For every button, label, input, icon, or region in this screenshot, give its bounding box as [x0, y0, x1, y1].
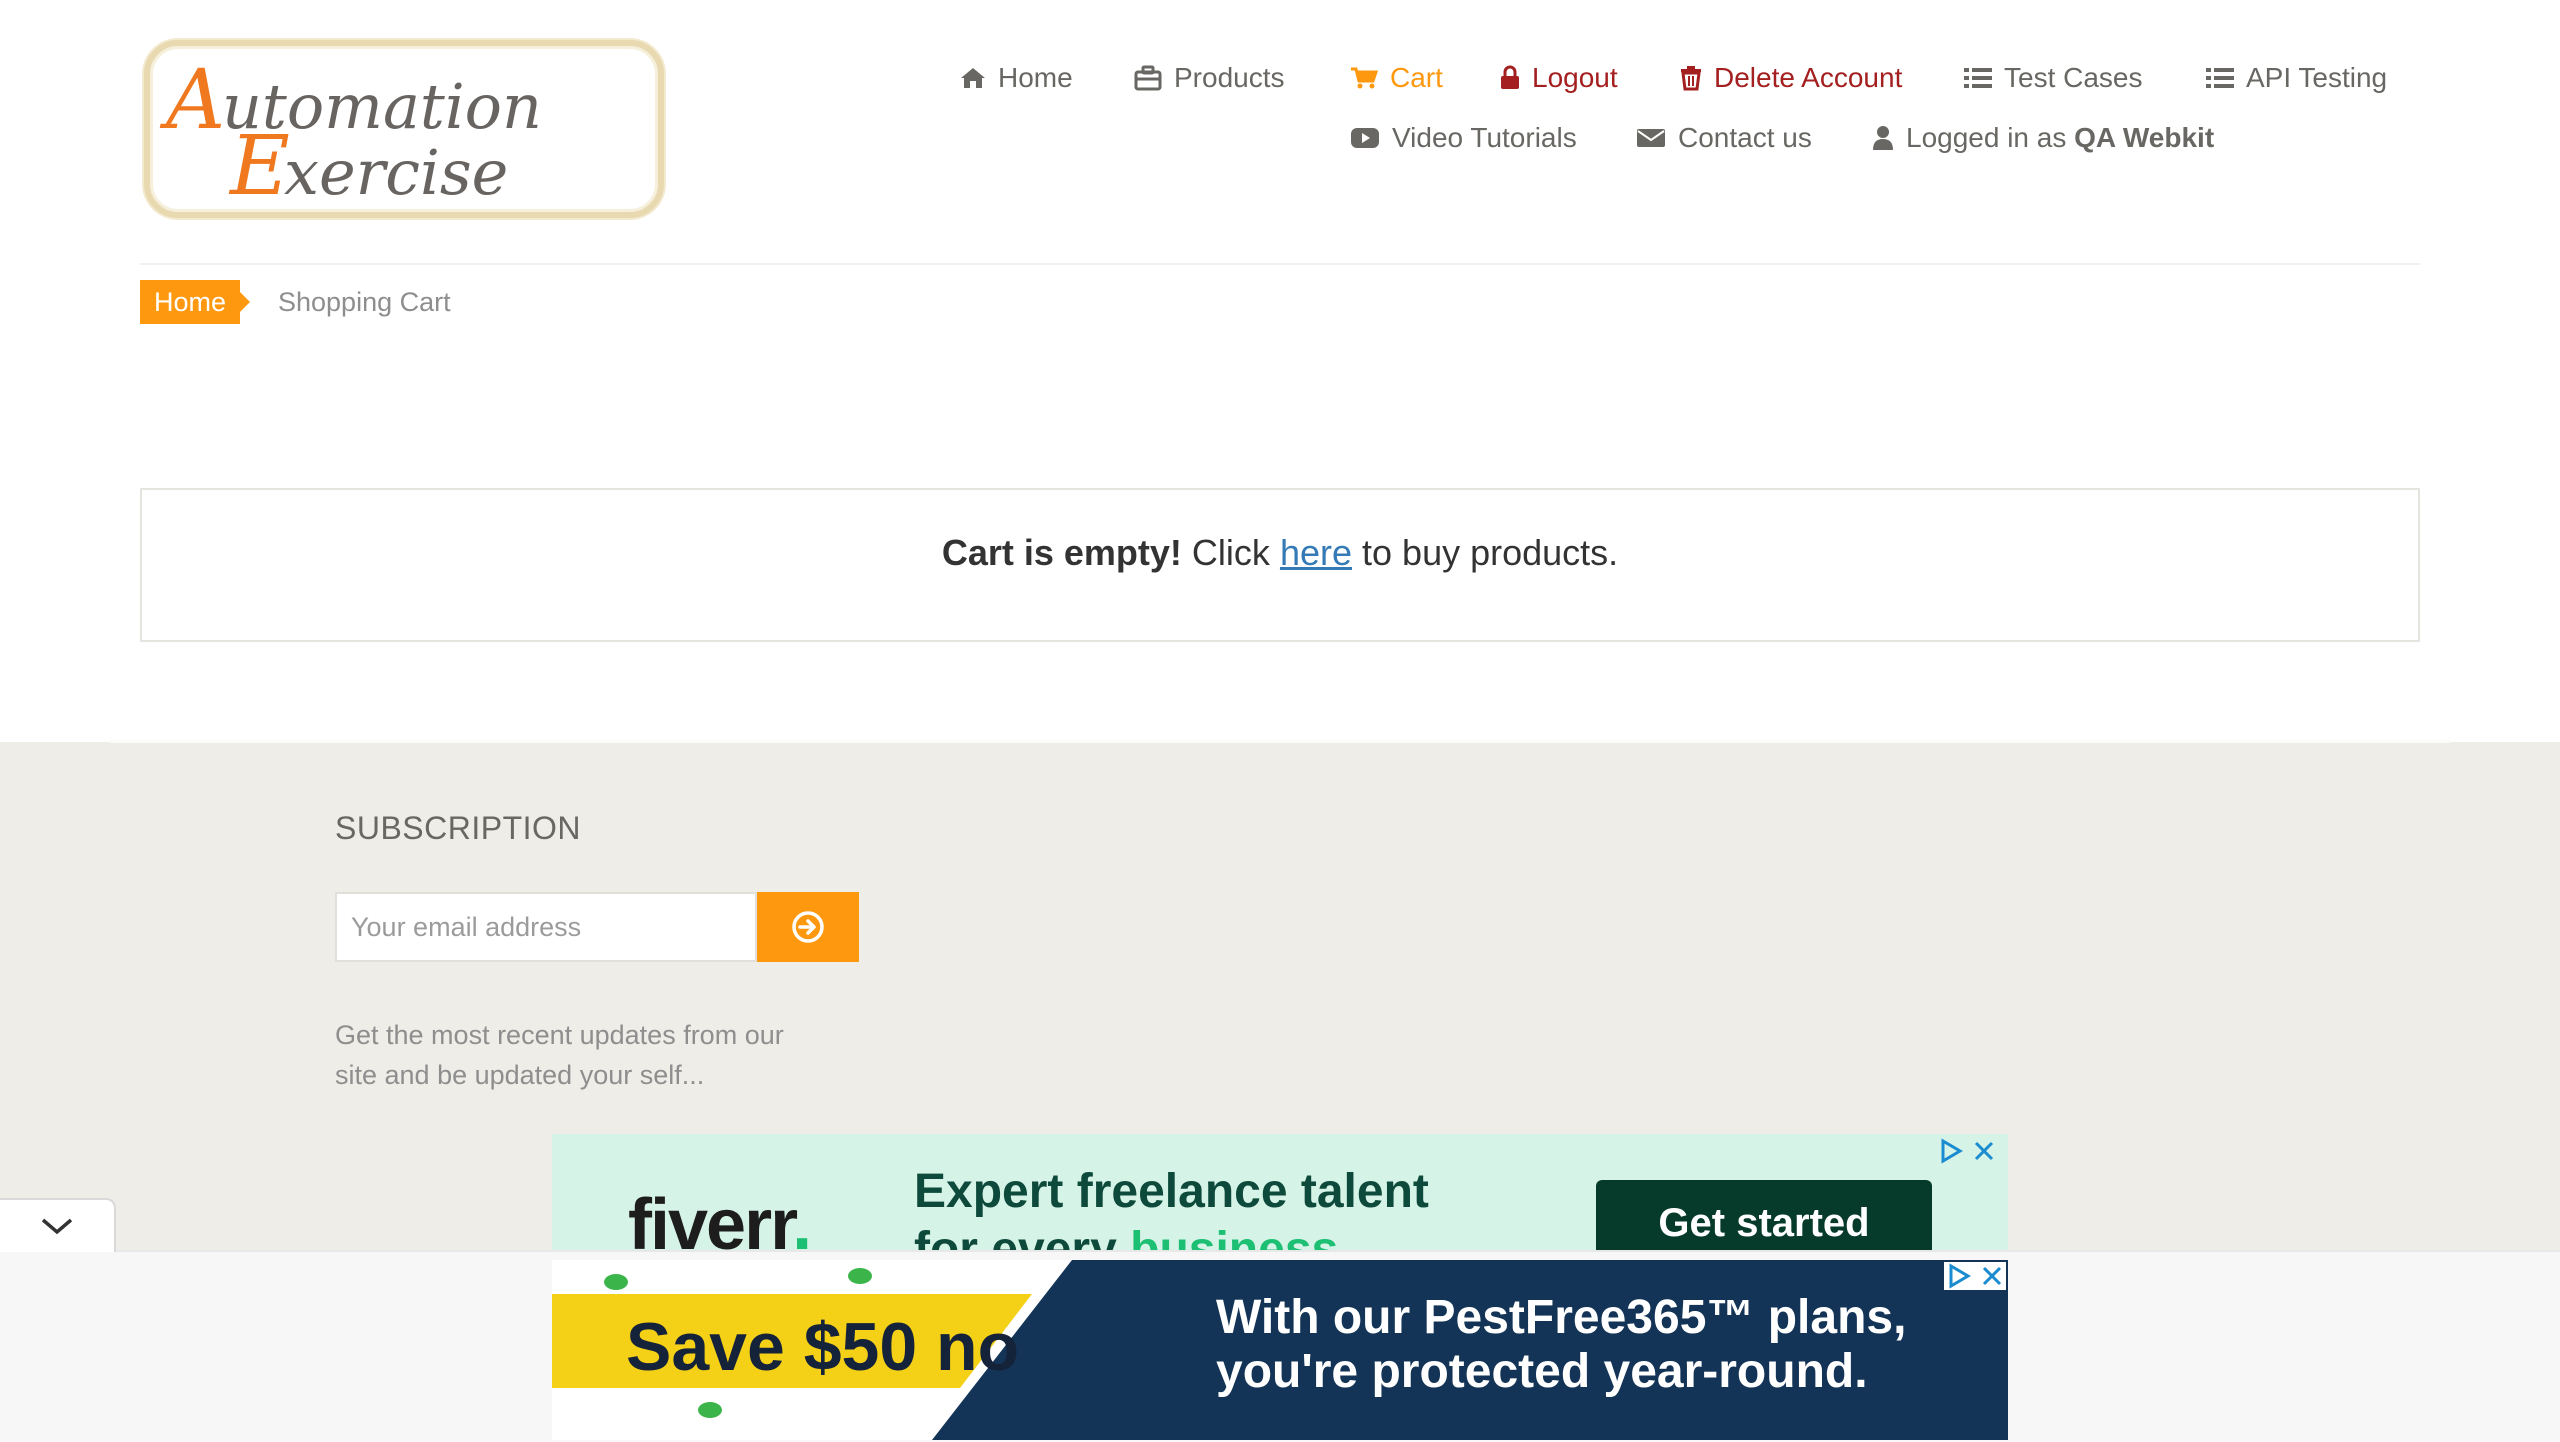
logo-graphic: A utomation E xercise — [159, 53, 542, 212]
close-ad-icon[interactable] — [1972, 1139, 1996, 1163]
fiverr-logo-text: fiverr — [628, 1185, 794, 1252]
logo-first-letter-a: A — [159, 53, 225, 148]
nav-products[interactable]: Products — [1134, 62, 1285, 94]
envelope-icon — [1637, 129, 1665, 147]
close-ad-icon[interactable] — [1980, 1264, 2004, 1288]
empty-cart-rest: to buy products. — [1362, 532, 1619, 573]
fiverr-ad-subline: for every business — [914, 1222, 1338, 1252]
empty-cart-panel: Cart is empty! Click here to buy product… — [140, 488, 2420, 642]
subscribe-button[interactable] — [757, 892, 859, 962]
fiverr-logo: fiverr. — [628, 1184, 812, 1252]
adchoices-icon[interactable] — [1938, 1138, 1964, 1164]
logged-in-prefix: Logged in as — [1906, 122, 2067, 153]
pestfree-ad[interactable]: Save $50 no With our PestFree365™ plans,… — [552, 1260, 2008, 1440]
nav-home[interactable]: Home — [960, 62, 1073, 94]
empty-cart-message: Cart is empty! Click here to buy product… — [142, 532, 2418, 574]
breadcrumb-home[interactable]: Home — [140, 280, 251, 324]
fiverr-ad[interactable]: fiverr. Expert freelance talent for ever… — [552, 1134, 2008, 1252]
adchoices-icon[interactable] — [1946, 1263, 1972, 1289]
nav-contact-us[interactable]: Contact us — [1636, 122, 1812, 154]
fiverr-get-started-button[interactable]: Get started — [1596, 1180, 1932, 1252]
briefcase-icon — [1134, 65, 1162, 91]
subscription-email-input[interactable] — [335, 892, 757, 962]
buy-products-link[interactable]: here — [1280, 532, 1352, 573]
user-icon — [1873, 126, 1893, 150]
logo-first-letter-e: E — [228, 119, 290, 212]
pestfree-headline-1: With our PestFree365™ plans, — [1216, 1291, 1907, 1344]
list-icon — [2206, 68, 2234, 88]
nav-delete-account[interactable]: Delete Account — [1680, 62, 1902, 94]
ad-choices-controls — [1938, 1138, 1996, 1164]
breadcrumb-current: Shopping Cart — [278, 287, 451, 317]
nav-api-testing[interactable]: API Testing — [2206, 62, 2387, 94]
nav-products-label: Products — [1174, 62, 1285, 93]
empty-cart-title: Cart is empty! — [941, 532, 1182, 573]
logged-in-username: QA Webkit — [2074, 122, 2215, 153]
home-icon — [961, 68, 985, 88]
nav-home-label: Home — [998, 62, 1073, 93]
nav-logout-label: Logout — [1532, 62, 1618, 93]
nav-cart-label: Cart — [1390, 62, 1443, 93]
fiverr-logo-dot: . — [792, 1185, 812, 1252]
subscription-title: SUBSCRIPTION — [335, 810, 582, 846]
pestfree-save-text: Save $50 no — [626, 1309, 1020, 1385]
nav-cart[interactable]: Cart — [1350, 62, 1443, 94]
nav-logout[interactable]: Logout — [1500, 62, 1618, 94]
shopping-cart-icon — [1351, 67, 1378, 89]
arrow-circle-right-icon — [792, 911, 824, 943]
lock-icon — [1501, 65, 1519, 89]
nav-video-tutorials-label: Video Tutorials — [1392, 122, 1577, 153]
ad-choices-controls-2 — [1944, 1262, 2006, 1290]
fiverr-ad-sub-a: for every — [914, 1223, 1117, 1252]
collapse-ad-toggle[interactable] — [0, 1198, 116, 1252]
nav-video-tutorials[interactable]: Video Tutorials — [1350, 122, 1577, 154]
header-divider — [140, 263, 2420, 265]
nav-delete-account-label: Delete Account — [1714, 62, 1903, 93]
logo-text-xercise: xercise — [284, 136, 508, 209]
nav-api-testing-label: API Testing — [2246, 62, 2388, 93]
list-icon — [1964, 68, 1992, 88]
fiverr-ad-sub-b: business — [1130, 1223, 1339, 1252]
trash-icon — [1681, 66, 1701, 91]
empty-cart-click: Click — [1191, 532, 1270, 573]
nav-test-cases-label: Test Cases — [2004, 62, 2143, 93]
pestfree-headline-2: you're protected year-round. — [1216, 1345, 1868, 1398]
logged-in-user: Logged in as QA Webkit — [1872, 122, 2214, 154]
site-logo[interactable]: A utomation E xercise — [144, 40, 664, 218]
subscription-description: Get the most recent updates from our sit… — [335, 1020, 784, 1090]
logged-in-label: Logged in as QA Webkit — [1906, 122, 2214, 154]
nav-test-cases[interactable]: Test Cases — [1964, 62, 2143, 94]
nav-contact-us-label: Contact us — [1678, 122, 1812, 153]
chevron-down-icon — [41, 1218, 73, 1235]
youtube-icon — [1351, 128, 1379, 148]
footer-top-line — [110, 740, 2450, 743]
fiverr-ad-headline: Expert freelance talent — [914, 1165, 1429, 1218]
